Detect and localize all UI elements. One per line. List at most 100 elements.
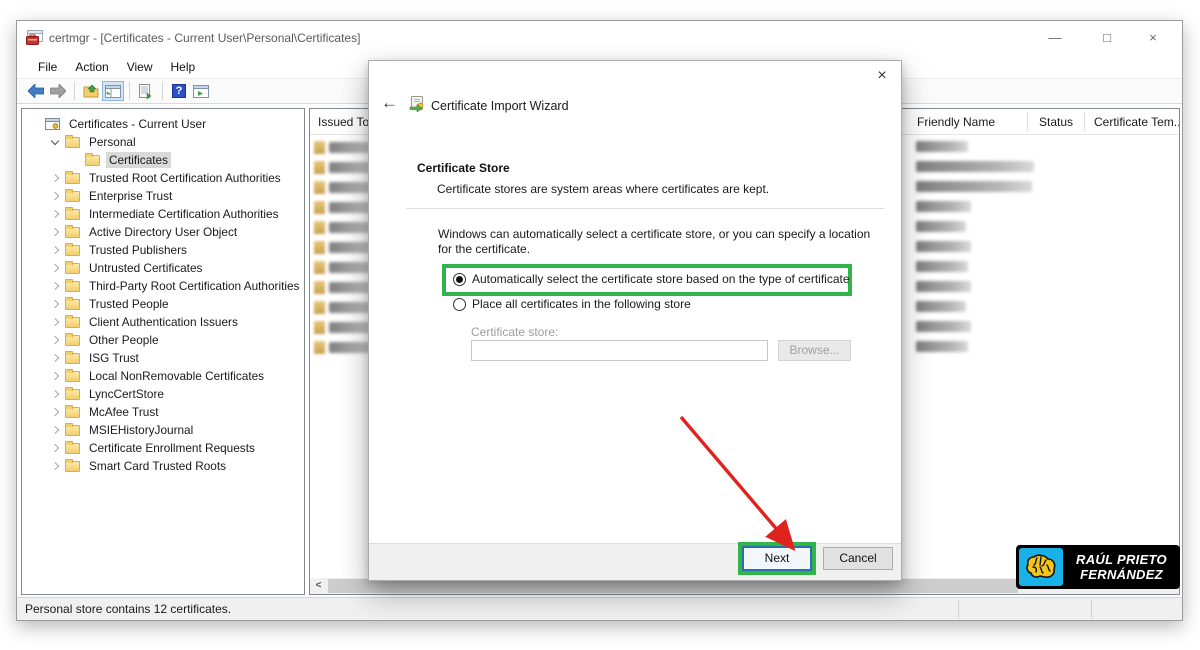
- radio-auto-select[interactable]: Automatically select the certificate sto…: [453, 272, 850, 286]
- certificate-row-redacted[interactable]: [314, 281, 375, 294]
- tree-item-intermediate-certification-authorities[interactable]: Intermediate Certification Authorities: [22, 205, 304, 223]
- tree-item-trusted-publishers[interactable]: Trusted Publishers: [22, 241, 304, 259]
- forward-arrow-icon[interactable]: [47, 81, 69, 101]
- minimize-button[interactable]: —: [1032, 21, 1078, 54]
- column-separator[interactable]: [1027, 112, 1028, 131]
- folder-icon: [65, 353, 80, 364]
- next-button[interactable]: Next: [742, 546, 812, 571]
- certificate-row-redacted[interactable]: [314, 161, 375, 174]
- certificate-row-redacted[interactable]: [314, 341, 375, 354]
- column-certificate-template[interactable]: Certificate Tem...: [1094, 115, 1180, 129]
- chevron-right-icon[interactable]: [51, 336, 59, 344]
- chevron-right-icon[interactable]: [51, 192, 59, 200]
- chevron-right-icon[interactable]: [51, 264, 59, 272]
- tree-item-trusted-people[interactable]: Trusted People: [22, 295, 304, 313]
- chevron-right-icon[interactable]: [51, 390, 59, 398]
- tree-item-third-party-root-certification-authorities[interactable]: Third-Party Root Certification Authoriti…: [22, 277, 304, 295]
- scrollbar-thumb[interactable]: [328, 579, 1018, 593]
- brain-icon: [1019, 548, 1063, 586]
- tree-item-msiehistoryjournal[interactable]: MSIEHistoryJournal: [22, 421, 304, 439]
- menu-help[interactable]: Help: [162, 57, 205, 77]
- folder-icon: [65, 425, 80, 436]
- chevron-down-icon[interactable]: [51, 136, 59, 144]
- menu-file[interactable]: File: [29, 57, 66, 77]
- tree-item-isg-trust[interactable]: ISG Trust: [22, 349, 304, 367]
- status-pane-divider: [1091, 600, 1092, 619]
- tree-item-certificates-current-user[interactable]: Certificates - Current User: [22, 115, 304, 133]
- certificate-row-redacted[interactable]: [314, 201, 375, 214]
- chevron-right-icon[interactable]: [51, 372, 59, 380]
- tree-item-label: Trusted Root Certification Authorities: [86, 170, 284, 186]
- column-friendly-name[interactable]: Friendly Name: [917, 115, 995, 129]
- friendly-name-redacted: [916, 241, 971, 252]
- tree-item-untrusted-certificates[interactable]: Untrusted Certificates: [22, 259, 304, 277]
- radio-unselected-icon[interactable]: [453, 298, 466, 311]
- certificate-store-input[interactable]: [471, 340, 768, 361]
- scroll-left-arrow-icon[interactable]: <: [310, 578, 327, 594]
- folder-icon: [65, 137, 80, 148]
- browse-button[interactable]: Browse...: [778, 340, 851, 361]
- help-icon[interactable]: ?: [168, 81, 190, 101]
- watermark-logo: RAÚL PRIETO FERNÁNDEZ: [1016, 545, 1180, 589]
- tree-item-label: Active Directory User Object: [86, 224, 240, 240]
- chevron-right-icon[interactable]: [51, 462, 59, 470]
- watermark-text: RAÚL PRIETO FERNÁNDEZ: [1063, 552, 1180, 582]
- certificate-row-redacted[interactable]: [314, 141, 375, 154]
- certificate-import-wizard-dialog: × ← Certificate Import Wizard Certificat…: [368, 60, 902, 581]
- chevron-right-icon[interactable]: [51, 354, 59, 362]
- tree-item-certificate-enrollment-requests[interactable]: Certificate Enrollment Requests: [22, 439, 304, 457]
- chevron-right-icon[interactable]: [51, 408, 59, 416]
- back-arrow-icon[interactable]: [25, 81, 47, 101]
- column-issued-to[interactable]: Issued To: [318, 115, 369, 129]
- certificate-row-redacted[interactable]: [314, 301, 375, 314]
- folder-icon: [65, 335, 80, 346]
- tree-item-lynccertstore[interactable]: LyncCertStore: [22, 385, 304, 403]
- tree-item-trusted-root-certification-authorities[interactable]: Trusted Root Certification Authorities: [22, 169, 304, 187]
- tree-item-enterprise-trust[interactable]: Enterprise Trust: [22, 187, 304, 205]
- tree-item-certificates[interactable]: Certificates: [22, 151, 304, 169]
- column-separator[interactable]: [1084, 112, 1085, 131]
- tree-item-smart-card-trusted-roots[interactable]: Smart Card Trusted Roots: [22, 457, 304, 475]
- close-button[interactable]: ×: [1130, 21, 1176, 54]
- certificates-root-icon: [45, 118, 60, 131]
- cancel-button[interactable]: Cancel: [823, 547, 893, 570]
- tree-item-mcafee-trust[interactable]: McAfee Trust: [22, 403, 304, 421]
- certificate-row-redacted[interactable]: [314, 241, 375, 254]
- show-console-tree-icon[interactable]: [102, 81, 124, 101]
- certificate-icon: [314, 281, 325, 294]
- help-topics-icon[interactable]: [190, 81, 212, 101]
- tree-item-personal[interactable]: Personal: [22, 133, 304, 151]
- chevron-right-icon[interactable]: [51, 210, 59, 218]
- friendly-name-redacted: [916, 301, 966, 312]
- tree-item-client-authentication-issuers[interactable]: Client Authentication Issuers: [22, 313, 304, 331]
- radio-place-all[interactable]: Place all certificates in the following …: [453, 297, 691, 311]
- tree-item-other-people[interactable]: Other People: [22, 331, 304, 349]
- chevron-right-icon[interactable]: [51, 246, 59, 254]
- certificate-row-redacted[interactable]: [314, 261, 375, 274]
- folder-icon: [65, 281, 80, 292]
- chevron-right-icon[interactable]: [51, 426, 59, 434]
- column-status[interactable]: Status: [1039, 115, 1073, 129]
- tree-item-local-nonremovable-certificates[interactable]: Local NonRemovable Certificates: [22, 367, 304, 385]
- chevron-right-icon[interactable]: [51, 300, 59, 308]
- export-list-icon[interactable]: [135, 81, 157, 101]
- redacted-text: [916, 161, 1034, 172]
- menu-action[interactable]: Action: [66, 57, 117, 77]
- wizard-close-icon[interactable]: ×: [867, 63, 897, 89]
- maximize-button[interactable]: □: [1084, 21, 1130, 54]
- folder-icon: [65, 209, 80, 220]
- chevron-right-icon[interactable]: [51, 228, 59, 236]
- chevron-right-icon[interactable]: [51, 318, 59, 326]
- radio-selected-icon[interactable]: [453, 273, 466, 286]
- chevron-right-icon[interactable]: [51, 282, 59, 290]
- certificate-row-redacted[interactable]: [314, 221, 375, 234]
- chevron-right-icon[interactable]: [51, 444, 59, 452]
- chevron-right-icon[interactable]: [51, 174, 59, 182]
- certificate-row-redacted[interactable]: [314, 181, 375, 194]
- wizard-back-icon[interactable]: ←: [381, 93, 398, 113]
- menu-view[interactable]: View: [118, 57, 162, 77]
- redacted-text: [916, 141, 968, 152]
- certificate-row-redacted[interactable]: [314, 321, 375, 334]
- up-one-level-folder-icon[interactable]: [80, 81, 102, 101]
- tree-item-active-directory-user-object[interactable]: Active Directory User Object: [22, 223, 304, 241]
